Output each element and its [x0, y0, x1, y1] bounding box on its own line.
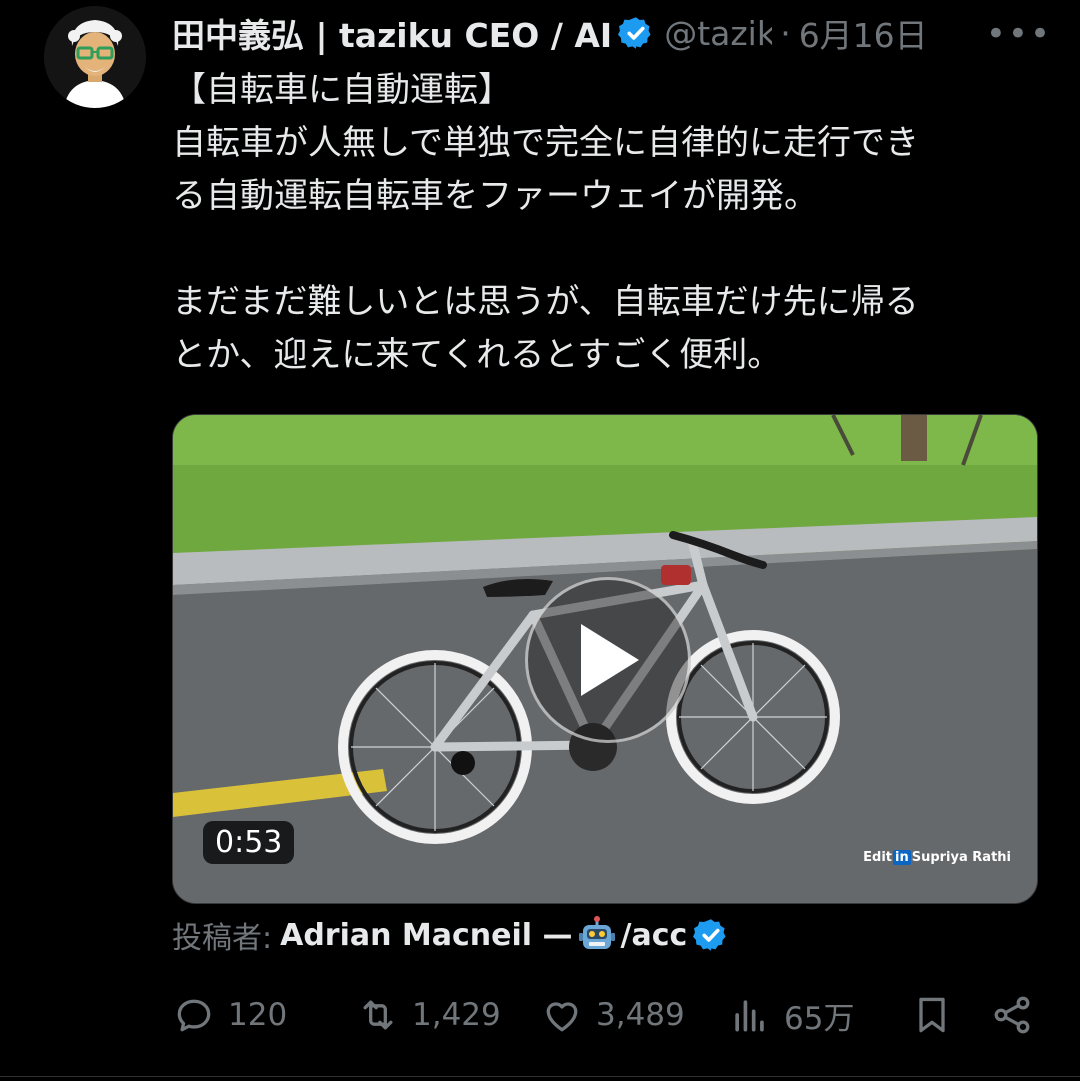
video-watermark: Edit in Supriya Rathi	[863, 850, 1011, 865]
verified-badge-icon	[618, 17, 651, 49]
repost-count: 1,429	[412, 997, 501, 1033]
watermark-name: Supriya Rathi	[911, 850, 1011, 865]
verified-badge-icon	[693, 919, 726, 951]
reply-count: 120	[228, 997, 288, 1033]
divider	[0, 1076, 1080, 1077]
author-name[interactable]: 田中義弘 | taziku CEO / AI	[172, 9, 612, 57]
like-count: 3,489	[596, 997, 685, 1033]
bookmark-icon	[919, 997, 945, 1033]
author-handle[interactable]: @tazik	[664, 14, 772, 53]
robot-emoji-icon	[578, 916, 615, 949]
tweet-header: 田中義弘 | taziku CEO / AI @tazik · 6月16日 ••…	[172, 8, 1052, 58]
reply-button[interactable]: 120	[172, 988, 287, 1042]
attribution-handle[interactable]: /acc	[621, 918, 688, 953]
more-icon[interactable]: •••	[986, 14, 1052, 54]
post-date[interactable]: 6月16日	[799, 9, 928, 57]
watermark-prefix: Edit	[863, 850, 892, 865]
share-button[interactable]	[990, 988, 1046, 1042]
video-duration: 0:53	[203, 821, 295, 864]
attribution-name[interactable]: Adrian Macneil —	[280, 918, 572, 953]
bookmark-button[interactable]	[910, 988, 966, 1042]
media-attribution[interactable]: 投稿者: Adrian Macneil — /acc	[172, 912, 729, 958]
repost-icon	[363, 1000, 393, 1030]
attribution-label: 投稿者:	[172, 921, 273, 956]
header-separator: ·	[780, 13, 791, 53]
reply-icon	[177, 999, 211, 1032]
avatar[interactable]	[44, 6, 146, 108]
share-icon	[994, 996, 1030, 1034]
tweet-text: 【自転車に自動運転】 自転車が人無しで単独で完全に自律的に走行でき る自動運転自…	[172, 70, 919, 375]
play-icon	[581, 624, 639, 696]
play-button[interactable]	[525, 577, 691, 743]
like-button[interactable]: 3,489	[540, 988, 685, 1042]
avatar-illustration	[44, 6, 146, 108]
views-button[interactable]: 65万	[728, 988, 854, 1042]
tweet-actions: 120 1,429 3,489 65万	[172, 988, 1042, 1042]
like-icon	[546, 1002, 578, 1032]
video-player[interactable]: 0:53 Edit in Supriya Rathi	[172, 414, 1038, 904]
views-icon	[735, 1000, 764, 1032]
repost-button[interactable]: 1,429	[356, 988, 501, 1042]
views-count: 65万	[784, 1000, 855, 1037]
linkedin-logo: in	[893, 850, 911, 865]
